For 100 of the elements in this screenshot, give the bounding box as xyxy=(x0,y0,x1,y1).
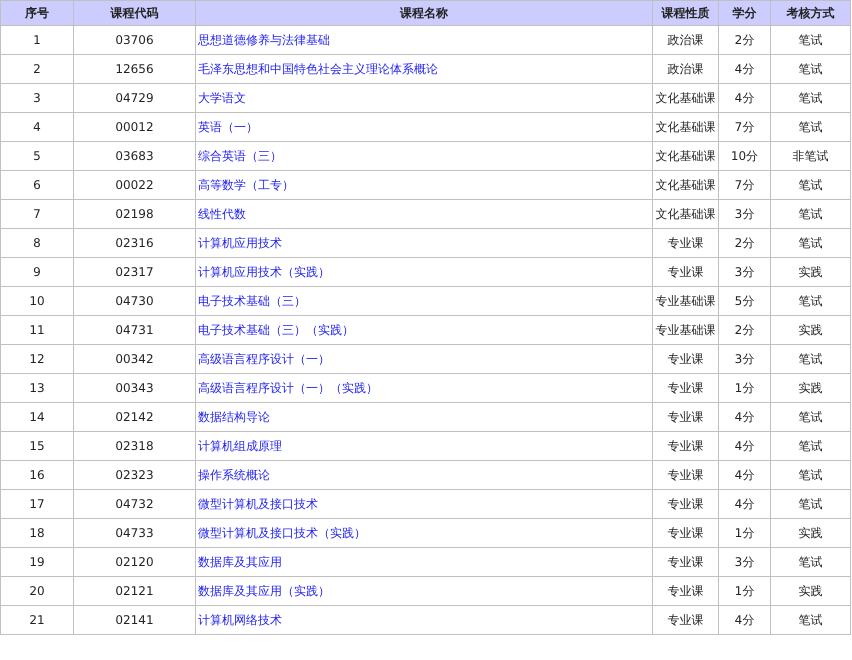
table-cell: 02120 xyxy=(74,548,196,576)
column-header: 课程性质 xyxy=(652,0,718,26)
table-cell: 笔试 xyxy=(770,84,850,112)
column-header: 学分 xyxy=(718,0,770,26)
course-link[interactable]: 计算机应用技术（实践） xyxy=(198,264,330,278)
table-cell: 笔试 xyxy=(770,26,850,54)
table-cell: 04733 xyxy=(74,518,196,548)
table-cell: 02121 xyxy=(74,576,196,606)
table-cell: 笔试 xyxy=(770,402,850,432)
table-cell: 6 xyxy=(0,170,74,200)
table-cell: 03706 xyxy=(74,26,196,54)
table-cell: 4分 xyxy=(718,432,770,460)
course-link[interactable]: 线性代数 xyxy=(198,206,246,220)
table-cell: 3分 xyxy=(718,258,770,286)
table-cell: 1分 xyxy=(718,374,770,402)
course-link[interactable]: 数据库及其应用（实践） xyxy=(198,584,330,598)
table-cell: 19 xyxy=(0,548,74,576)
table-cell: 16 xyxy=(0,460,74,490)
table-cell: 02317 xyxy=(74,258,196,286)
table-cell: 7 xyxy=(0,200,74,228)
table-cell: 专业课 xyxy=(652,460,718,490)
table-cell: 7分 xyxy=(718,112,770,142)
table-cell: 21 xyxy=(0,606,74,634)
table-cell: 2分 xyxy=(718,26,770,54)
table-cell: 专业课 xyxy=(652,576,718,606)
table-cell: 笔试 xyxy=(770,228,850,258)
table-cell: 9 xyxy=(0,258,74,286)
table-cell: 专业课 xyxy=(652,548,718,576)
course-link[interactable]: 综合英语（三） xyxy=(198,148,282,162)
table-cell: 04732 xyxy=(74,490,196,518)
table-cell: 文化基础课 xyxy=(652,142,718,170)
table-cell: 笔试 xyxy=(770,460,850,490)
table-cell: 8 xyxy=(0,228,74,258)
table-cell: 5分 xyxy=(718,286,770,316)
table-cell: 政治课 xyxy=(652,54,718,84)
table-cell: 02142 xyxy=(74,402,196,432)
course-link[interactable]: 电子技术基础（三） xyxy=(198,294,306,308)
table-cell: 专业课 xyxy=(652,606,718,634)
table-cell: 专业课 xyxy=(652,374,718,402)
table-cell: 专业课 xyxy=(652,344,718,374)
table-cell: 4分 xyxy=(718,402,770,432)
table-cell: 文化基础课 xyxy=(652,84,718,112)
table-cell: 04731 xyxy=(74,316,196,344)
course-link[interactable]: 数据库及其应用 xyxy=(198,554,282,568)
course-link[interactable]: 微型计算机及接口技术 xyxy=(198,496,318,510)
table-cell: 7分 xyxy=(718,170,770,200)
table-cell: 12 xyxy=(0,344,74,374)
table-cell: 政治课 xyxy=(652,26,718,54)
table-cell: 15 xyxy=(0,432,74,460)
column-header: 序号 xyxy=(0,0,74,26)
table-cell: 10分 xyxy=(718,142,770,170)
course-link[interactable]: 计算机应用技术 xyxy=(198,236,282,250)
table-cell: 专业课 xyxy=(652,518,718,548)
table-cell: 笔试 xyxy=(770,606,850,634)
table-cell: 04730 xyxy=(74,286,196,316)
course-link[interactable]: 思想道德修养与法律基础 xyxy=(198,32,330,46)
table-cell: 04729 xyxy=(74,84,196,112)
table-cell: 笔试 xyxy=(770,344,850,374)
table-cell: 4分 xyxy=(718,460,770,490)
table-cell: 00342 xyxy=(74,344,196,374)
table-cell: 4分 xyxy=(718,54,770,84)
table-cell: 17 xyxy=(0,490,74,518)
table-cell: 笔试 xyxy=(770,112,850,142)
course-link[interactable]: 电子技术基础（三）（实践） xyxy=(198,322,354,336)
table-cell: 笔试 xyxy=(770,548,850,576)
table-cell: 实践 xyxy=(770,258,850,286)
course-link[interactable]: 操作系统概论 xyxy=(198,468,270,482)
table-cell: 专业课 xyxy=(652,228,718,258)
course-link[interactable]: 高等数学（工专） xyxy=(198,178,294,192)
table-cell: 02198 xyxy=(74,200,196,228)
table-cell: 专业课 xyxy=(652,432,718,460)
table-cell: 4 xyxy=(0,112,74,142)
table-cell: 非笔试 xyxy=(770,142,850,170)
table-cell: 14 xyxy=(0,402,74,432)
table-cell: 4分 xyxy=(718,84,770,112)
table-cell: 02323 xyxy=(74,460,196,490)
table-cell: 4分 xyxy=(718,490,770,518)
table-cell: 1 xyxy=(0,26,74,54)
table-cell: 03683 xyxy=(74,142,196,170)
course-link[interactable]: 高级语言程序设计（一） xyxy=(198,352,330,366)
course-link[interactable]: 计算机组成原理 xyxy=(198,438,282,452)
table-cell: 5 xyxy=(0,142,74,170)
course-link[interactable]: 大学语文 xyxy=(198,90,246,104)
course-link[interactable]: 英语（一） xyxy=(198,120,258,134)
course-link[interactable]: 计算机网络技术 xyxy=(198,612,282,626)
table-cell: 文化基础课 xyxy=(652,200,718,228)
table-cell: 实践 xyxy=(770,518,850,548)
course-link[interactable]: 微型计算机及接口技术（实践） xyxy=(198,526,366,540)
table-cell: 实践 xyxy=(770,374,850,402)
table-cell: 笔试 xyxy=(770,286,850,316)
table-cell: 笔试 xyxy=(770,200,850,228)
course-link[interactable]: 高级语言程序设计（一）（实践） xyxy=(198,380,378,394)
table-cell: 文化基础课 xyxy=(652,112,718,142)
course-link[interactable]: 数据结构导论 xyxy=(198,410,270,424)
table-cell: 3分 xyxy=(718,200,770,228)
table-cell: 20 xyxy=(0,576,74,606)
table-cell: 实践 xyxy=(770,576,850,606)
table-cell: 13 xyxy=(0,374,74,402)
table-cell: 3分 xyxy=(718,344,770,374)
table-cell: 00012 xyxy=(74,112,196,142)
